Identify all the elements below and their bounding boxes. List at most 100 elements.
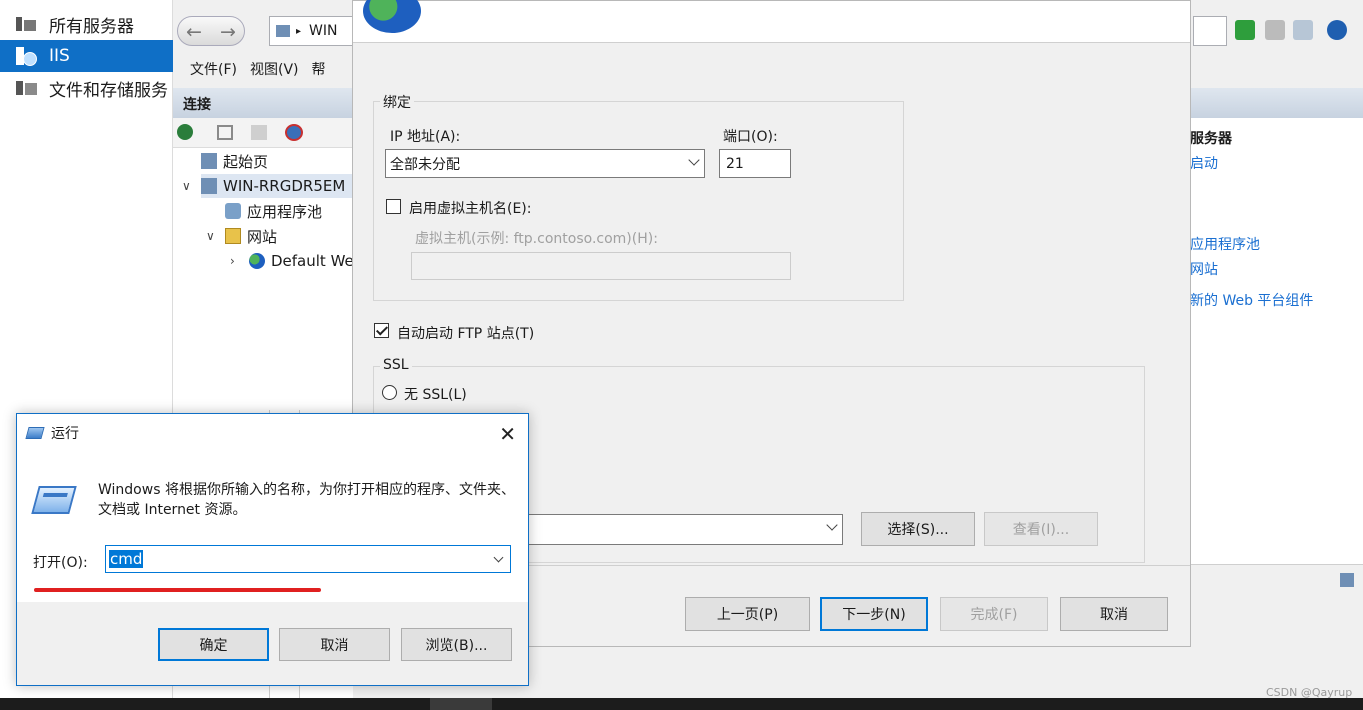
cancel-button[interactable]: 取消 <box>279 628 390 661</box>
virtual-host-checkbox[interactable] <box>386 199 401 214</box>
action-sites[interactable]: 网站 <box>1190 259 1218 279</box>
globe-icon <box>363 0 421 33</box>
select-certificate-button[interactable]: 选择(S)... <box>861 512 975 546</box>
address-input-right[interactable] <box>1193 16 1227 46</box>
menu-file[interactable]: 文件(F) <box>190 59 237 79</box>
watermark: CSDN @Qayrup <box>1266 686 1353 699</box>
actions-pane: 服务器 启动 应用程序池 网站 新的 Web 平台组件 <box>1190 88 1363 564</box>
action-app-pools[interactable]: 应用程序池 <box>1190 234 1260 254</box>
actions-title: 服务器 <box>1190 131 1232 147</box>
collapse-icon[interactable]: ∨ <box>206 229 215 243</box>
chevron-down-icon <box>688 154 700 166</box>
refresh-icon[interactable] <box>1235 20 1255 40</box>
start-page-icon <box>201 153 217 169</box>
view-certificate-button[interactable]: 查看(I)... <box>984 512 1098 546</box>
collapse-icon[interactable]: ∨ <box>182 179 191 193</box>
browse-button[interactable]: 浏览(B)... <box>401 628 512 661</box>
action-web-platform[interactable]: 新的 Web 平台组件 <box>1190 290 1313 310</box>
menu-view[interactable]: 视图(V) <box>250 59 299 79</box>
cancel-button[interactable]: 取消 <box>1060 597 1168 631</box>
app-pool-icon <box>225 203 241 219</box>
address-input[interactable]: ▸ WIN <box>269 16 359 46</box>
run-program-icon <box>31 486 77 514</box>
ip-address-select[interactable]: 全部未分配 <box>385 149 705 178</box>
run-icon <box>25 427 45 439</box>
storage-icon <box>16 79 38 97</box>
open-label: 打开(O): <box>33 555 88 571</box>
binding-group-label: 绑定 <box>380 92 414 112</box>
port-input[interactable]: 21 <box>719 149 791 178</box>
save-icon[interactable] <box>217 125 233 140</box>
no-ssl-radio-label: 无 SSL(L) <box>404 387 467 403</box>
connections-tree: 起始页 ∨ WIN-RRGDR5EM 应用程序池 ∨ 网站 › Default … <box>173 148 354 410</box>
no-ssl-radio[interactable] <box>382 385 397 400</box>
connections-toolbar <box>173 118 353 148</box>
ip-address-value: 全部未分配 <box>390 156 460 173</box>
address-text: WIN <box>309 23 338 39</box>
finish-button[interactable]: 完成(F) <box>940 597 1048 631</box>
nav-item-label: 所有服务器 <box>49 16 134 37</box>
nav-item-label: 文件和存储服务 <box>49 80 168 101</box>
tree-item-label: 起始页 <box>223 152 269 171</box>
run-title: 运行 <box>51 426 79 442</box>
actions-header <box>1190 88 1363 118</box>
home-icon[interactable] <box>1293 20 1313 40</box>
port-value: 21 <box>726 155 744 172</box>
up-folder-icon[interactable] <box>251 125 267 140</box>
nav-item-file-storage[interactable]: 文件和存储服务 <box>0 72 173 104</box>
tree-item-app-pools[interactable]: 应用程序池 <box>225 199 322 223</box>
stop-icon[interactable] <box>1265 20 1285 40</box>
tree-item-default-site[interactable]: Default We <box>249 249 354 273</box>
iis-icon <box>16 47 38 66</box>
help-icon[interactable] <box>1327 20 1347 40</box>
nav-item-iis[interactable]: IIS <box>0 40 173 72</box>
breadcrumb-arrow-icon: ▸ <box>296 25 302 37</box>
menu-help[interactable]: 帮 <box>312 59 326 79</box>
status-strip <box>1190 564 1363 598</box>
back-arrow-icon[interactable]: ← <box>186 21 202 43</box>
connect-globe-icon[interactable] <box>177 124 193 140</box>
tree-item-label: WIN-RRGDR5EM <box>223 177 346 195</box>
run-titlebar: 运行 ✕ <box>17 414 528 452</box>
autostart-checkbox[interactable] <box>374 323 389 338</box>
iis-menu-bar: 文件(F) 视图(V) 帮 <box>173 52 353 86</box>
previous-button[interactable]: 上一页(P) <box>685 597 810 631</box>
wizard-header <box>353 0 1190 43</box>
nav-item-label: IIS <box>49 46 70 66</box>
folder-icon <box>225 228 241 244</box>
globe-icon <box>249 253 265 269</box>
run-description: Windows 将根据你所输入的名称，为你打开相应的程序、文件夹、文档或 Int… <box>98 482 515 518</box>
ssl-certificate-select[interactable] <box>523 514 843 545</box>
server-icon <box>201 178 217 194</box>
tree-item-server[interactable]: WIN-RRGDR5EM <box>201 174 353 198</box>
servers-icon <box>16 15 38 33</box>
ok-button[interactable]: 确定 <box>158 628 269 661</box>
ip-address-label: IP 地址(A): <box>390 129 461 145</box>
tree-item-label: 应用程序池 <box>247 202 323 221</box>
close-icon[interactable]: ✕ <box>499 422 516 446</box>
forward-arrow-icon[interactable]: → <box>220 21 236 43</box>
disconnect-icon[interactable] <box>285 124 303 141</box>
chevron-down-icon <box>826 519 838 531</box>
next-button[interactable]: 下一步(N) <box>820 597 928 631</box>
tree-item-label: 网站 <box>247 227 278 246</box>
taskbar-active-app[interactable] <box>430 698 492 710</box>
tree-item-label: Default We <box>271 252 354 270</box>
expand-icon[interactable]: › <box>230 254 235 268</box>
connections-header: 连接 <box>173 88 353 118</box>
tree-item-sites[interactable]: 网站 <box>225 224 277 248</box>
taskbar <box>0 698 1363 710</box>
tree-item-start-page[interactable]: 起始页 <box>201 149 268 173</box>
run-command-input[interactable]: cmd <box>105 545 511 573</box>
nav-item-all-servers[interactable]: 所有服务器 <box>0 8 173 40</box>
action-start[interactable]: 启动 <box>1190 153 1218 173</box>
port-label: 端口(O): <box>723 129 778 145</box>
autostart-checkbox-label: 自动启动 FTP 站点(T) <box>397 326 535 342</box>
run-command-value: cmd <box>109 550 144 568</box>
red-underline-annotation <box>34 588 321 592</box>
virtual-host-input[interactable] <box>411 252 791 280</box>
chevron-down-icon[interactable] <box>493 552 504 563</box>
ssl-group-label: SSL <box>380 357 412 373</box>
back-forward-buttons[interactable]: ← → <box>177 16 245 46</box>
run-dialog: 运行 ✕ Windows 将根据你所输入的名称，为你打开相应的程序、文件夹、文档… <box>16 413 529 686</box>
